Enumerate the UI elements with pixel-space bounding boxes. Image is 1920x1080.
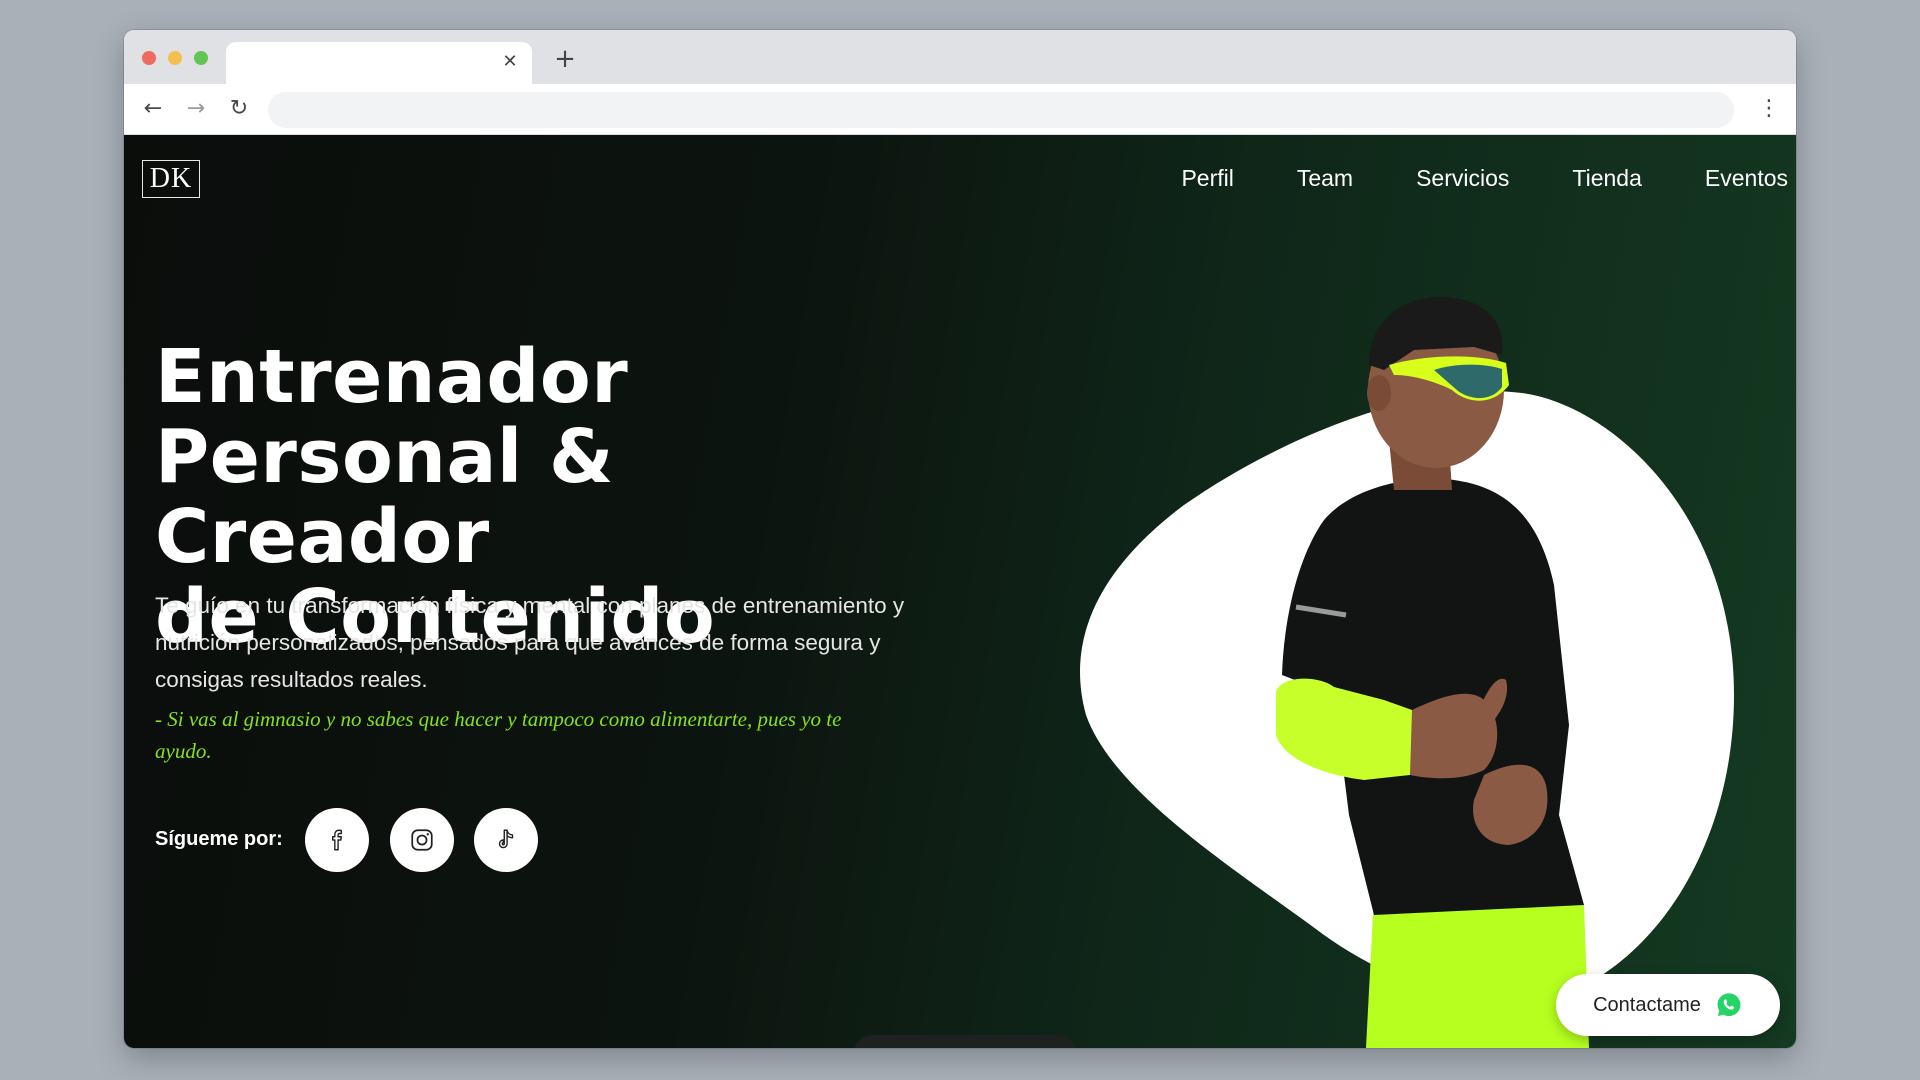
hero-description: Te guío en tu transformación física y me… <box>155 593 905 692</box>
tab-strip: ✕ + <box>124 30 1796 84</box>
bottom-panel-tab <box>854 1035 1076 1048</box>
maximize-window-button[interactable] <box>194 51 208 65</box>
hero-title-line: Entrenador <box>155 334 629 420</box>
nav-link-team[interactable]: Team <box>1297 163 1353 193</box>
site-logo[interactable]: DK <box>142 160 200 198</box>
instagram-icon <box>411 829 433 851</box>
follow-label: Sígueme por: <box>155 828 283 850</box>
browser-toolbar: ← → ↻ ⋮ <box>124 84 1796 135</box>
nav-link-servicios[interactable]: Servicios <box>1416 163 1509 193</box>
close-window-button[interactable] <box>142 51 156 65</box>
hero-title-line: Personal & Creador <box>155 414 615 580</box>
close-icon[interactable]: ✕ <box>500 52 520 72</box>
arrow-right-icon[interactable]: → <box>181 94 211 124</box>
browser-tab[interactable]: ✕ <box>226 42 532 84</box>
main-nav: Perfil Team Servicios Tienda Eventos <box>1118 163 1788 193</box>
hero-quote: - Si vas al gimnasio y no sabes que hace… <box>155 707 842 763</box>
nav-link-tienda[interactable]: Tienda <box>1572 163 1641 193</box>
facebook-icon <box>331 829 343 851</box>
nav-link-eventos[interactable]: Eventos <box>1705 163 1788 193</box>
instagram-button[interactable] <box>390 808 454 872</box>
page-viewport: DK Perfil Team Servicios Tienda Eventos … <box>124 135 1796 1048</box>
facebook-button[interactable] <box>305 808 369 872</box>
nav-link-perfil[interactable]: Perfil <box>1181 163 1233 193</box>
trainer-photo <box>1276 296 1589 1048</box>
reload-icon[interactable]: ↻ <box>224 94 254 124</box>
contact-label: Contactame <box>1593 993 1701 1016</box>
whatsapp-icon <box>1717 993 1741 1017</box>
browser-window: ✕ + ← → ↻ ⋮ DK Perfil Team Servicios Tie… <box>124 30 1796 1048</box>
arrow-left-icon[interactable]: ← <box>138 94 168 124</box>
tiktok-button[interactable] <box>474 808 538 872</box>
vertical-dots-icon[interactable]: ⋮ <box>1758 94 1780 124</box>
minimize-window-button[interactable] <box>168 51 182 65</box>
address-bar[interactable] <box>268 92 1734 128</box>
contact-button[interactable]: Contactame <box>1556 974 1780 1036</box>
plus-icon[interactable]: + <box>550 44 580 74</box>
tiktok-icon <box>498 829 514 849</box>
